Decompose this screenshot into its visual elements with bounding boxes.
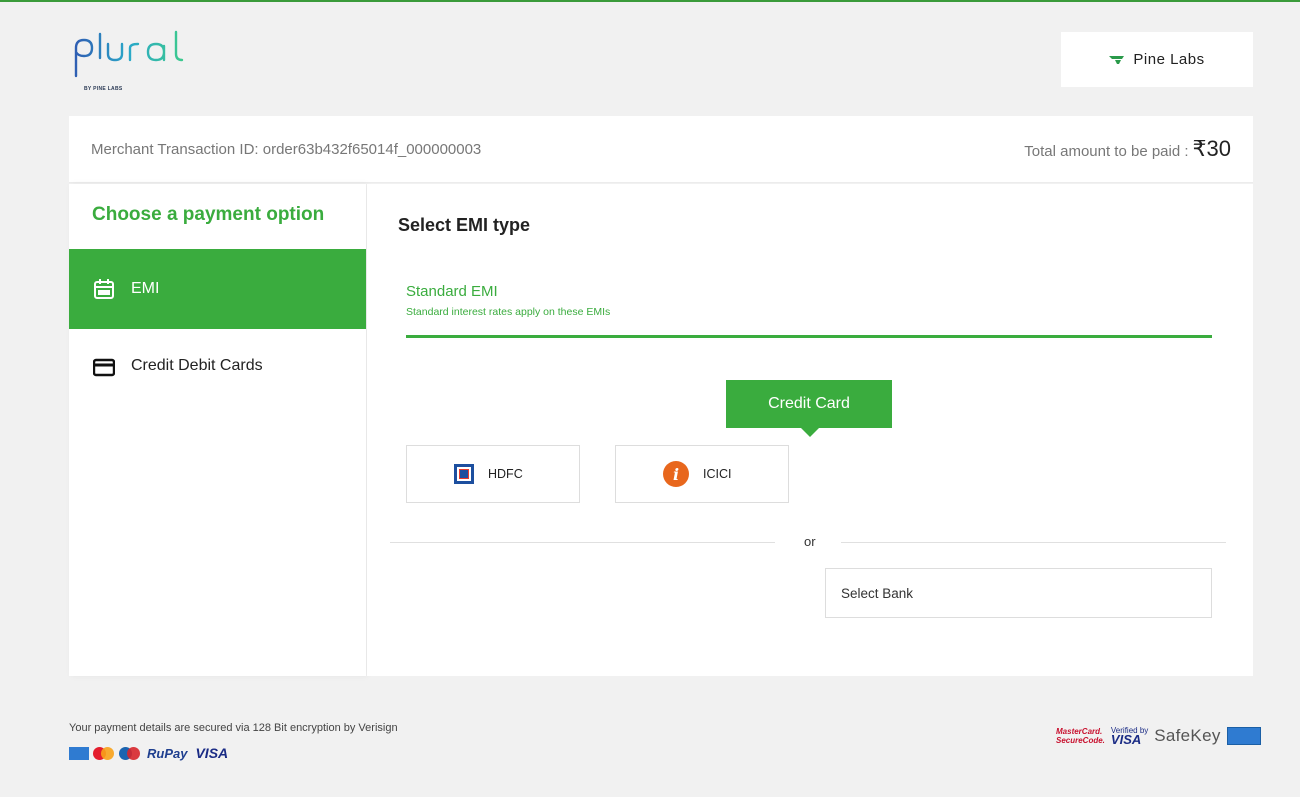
bank-label: HDFC xyxy=(488,467,523,481)
secure-payment-badges: MasterCard. SecureCode. Verified by VISA… xyxy=(1056,724,1261,748)
sidebar-item-credit-debit-cards[interactable]: Credit Debit Cards xyxy=(69,329,366,377)
maestro-logo-icon xyxy=(119,746,141,760)
card-icon xyxy=(93,358,115,377)
sidebar-item-label: Credit Debit Cards xyxy=(131,357,263,374)
brand-subtitle: BY PINE LABS xyxy=(84,86,123,92)
emi-type-subtitle: Standard interest rates apply on these E… xyxy=(406,306,611,318)
emi-type-selected-underline xyxy=(406,335,1212,338)
mastercard-logo-icon xyxy=(93,746,115,760)
amex-logo-icon xyxy=(69,746,89,760)
visa-logo: VISA xyxy=(195,745,229,761)
total-amount-group: Total amount to be paid : ₹30 xyxy=(1024,136,1231,162)
select-bank-dropdown[interactable]: Select Bank xyxy=(825,568,1212,618)
or-text: or xyxy=(804,534,816,549)
icici-logo-icon: i xyxy=(663,461,689,487)
sidebar-item-emi[interactable]: EMI xyxy=(69,249,366,329)
transaction-bar: Merchant Transaction ID: order63b432f650… xyxy=(69,116,1253,183)
accepted-payment-logos: RuPay VISA xyxy=(69,743,228,763)
vbv-line2: VISA xyxy=(1110,732,1142,747)
merchant-transaction-id: Merchant Transaction ID: order63b432f650… xyxy=(91,140,482,158)
pine-labs-name: Pine Labs xyxy=(1133,51,1205,68)
sidebar-title: Choose a payment option xyxy=(92,204,325,225)
verified-by-visa-badge: Verified by VISA xyxy=(1111,726,1148,746)
emi-calendar-icon xyxy=(94,279,114,299)
emi-type-standard[interactable]: Standard EMI Standard interest rates app… xyxy=(406,283,1212,318)
pine-labs-icon xyxy=(1109,55,1125,64)
mastercard-securecode-line1: MasterCard. xyxy=(1056,727,1103,736)
total-amount-value: ₹30 xyxy=(1192,136,1231,161)
tab-credit-card[interactable]: Credit Card xyxy=(726,380,892,437)
select-bank-value: Select Bank xyxy=(841,585,914,601)
emi-type-title: Standard EMI xyxy=(406,283,498,300)
emi-main-panel: Select EMI type Standard EMI Standard in… xyxy=(367,184,1253,676)
hdfc-logo-icon xyxy=(454,464,474,484)
or-divider: or xyxy=(390,534,1226,550)
bank-label: ICICI xyxy=(703,467,732,481)
security-note: Your payment details are secured via 128… xyxy=(69,722,398,734)
page-title: Select EMI type xyxy=(398,215,531,235)
bank-option-icici[interactable]: i ICICI xyxy=(615,445,789,503)
top-accent-line xyxy=(0,0,1300,2)
mastercard-securecode-line2: SecureCode. xyxy=(1056,736,1105,745)
sidebar-item-label: EMI xyxy=(131,280,160,297)
safekey-badge: SafeKey xyxy=(1154,726,1221,745)
divider-line xyxy=(390,542,775,543)
pine-labs-badge: Pine Labs xyxy=(1061,32,1253,87)
rupay-logo: RuPay xyxy=(147,745,188,761)
bank-option-hdfc[interactable]: HDFC xyxy=(406,445,580,503)
divider-line xyxy=(841,542,1226,543)
payment-options-sidebar: Choose a payment option EMI Credit Debit… xyxy=(69,184,366,676)
total-amount-label: Total amount to be paid : xyxy=(1024,143,1189,160)
plural-logo: BY PINE LABS xyxy=(72,30,212,94)
amex-badge-icon xyxy=(1226,727,1261,745)
mastercard-securecode-badge: MasterCard. SecureCode. xyxy=(1056,727,1105,745)
